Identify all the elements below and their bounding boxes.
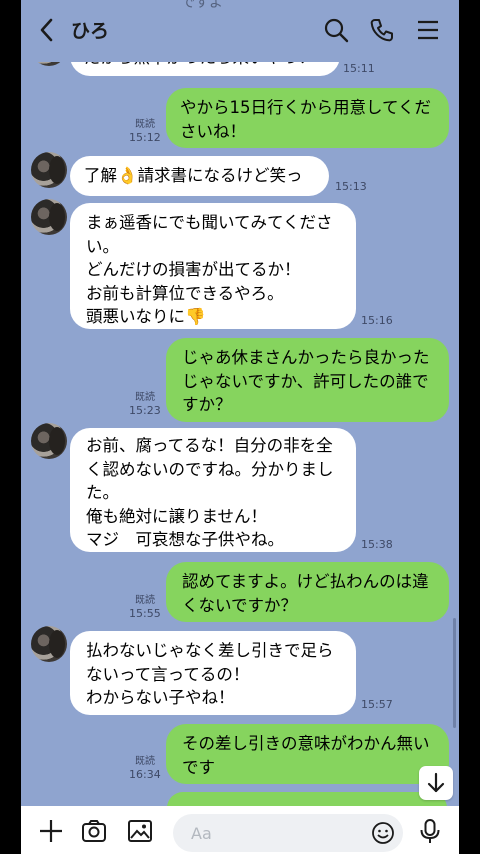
message-input-placeholder: Aa (191, 824, 212, 843)
incoming-message: 払わないじゃなく差し引きで足らないって言ってるの！ わからない子やね！ (70, 631, 356, 715)
camera-icon[interactable] (81, 818, 107, 844)
incoming-message: まぁ遥香にでも聞いてみてください。 どんだけの損害が出てるか！ お前も計算位でき… (70, 203, 356, 329)
avatar[interactable] (31, 152, 67, 188)
top-peek-text: ですよ (181, 0, 223, 11)
read-receipt: 既読 (135, 756, 155, 767)
outgoing-message: じゃあ休まさんかったら良かったじゃないですか、許可したの誰ですか？ (166, 338, 449, 422)
chat-header: ですよ ひろ (21, 0, 459, 62)
arrow-down-icon (427, 772, 445, 793)
message-time: 15:38 (361, 538, 393, 551)
scroll-to-bottom-button[interactable] (419, 766, 453, 800)
incoming-message: お前、腐ってるな！自分の非を全く認めないのですね。分かりました。 俺も絶対に譲り… (70, 428, 356, 552)
outgoing-message: やから15日行くから用意してくださいね！ (166, 88, 449, 148)
menu-icon[interactable] (415, 17, 441, 43)
search-icon[interactable] (323, 17, 349, 43)
chat-title: ひろ (71, 20, 110, 42)
message-time: 15:11 (343, 62, 375, 75)
message-time: 15:12 (129, 131, 161, 144)
scrollbar[interactable] (453, 618, 456, 728)
avatar[interactable] (31, 626, 67, 662)
phone-icon[interactable] (369, 17, 395, 43)
message-time: 15:55 (129, 607, 161, 620)
read-receipt: 既読 (135, 119, 155, 130)
message-input[interactable]: Aa (173, 814, 403, 852)
read-receipt: 既読 (135, 595, 155, 606)
outgoing-message: その差し引きの意味がわかん無いです (166, 724, 449, 784)
message-time: 15:57 (361, 698, 393, 711)
avatar[interactable] (31, 423, 67, 459)
message-time: 16:34 (129, 768, 161, 781)
incoming-message: 了解👌請求書になるけど笑っ (70, 156, 329, 196)
chat-screen: ですよ ひろ だから熱下がったら来いやっ！ 15:11 既読 15:12 やから… (21, 0, 459, 854)
emoji-icon[interactable] (371, 821, 395, 845)
mic-icon[interactable] (417, 818, 443, 844)
message-time: 15:16 (361, 314, 393, 327)
back-chevron-icon[interactable] (35, 16, 59, 44)
outgoing-message: 認めてますよ。けど払わんのは違くないですか？ (166, 562, 449, 622)
message-time: 15:13 (335, 180, 367, 193)
avatar[interactable] (31, 199, 67, 235)
input-toolbar: Aa (21, 806, 459, 854)
read-receipt: 既読 (135, 392, 155, 403)
plus-icon[interactable] (38, 818, 64, 844)
image-icon[interactable] (127, 818, 153, 844)
message-time: 15:23 (129, 404, 161, 417)
